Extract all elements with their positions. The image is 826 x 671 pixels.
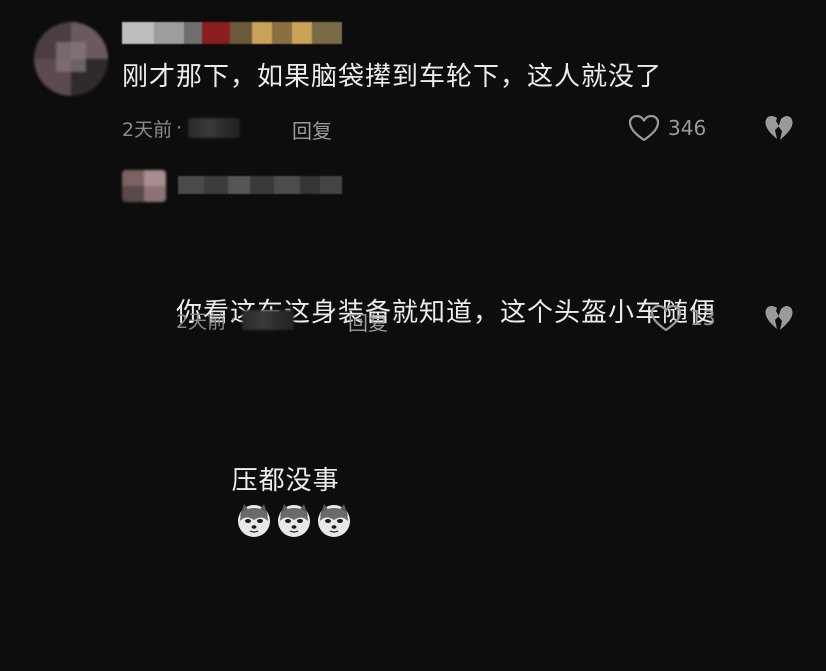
timestamp: 2天前: [176, 310, 227, 333]
dislike-button[interactable]: [764, 114, 794, 146]
broken-heart-icon: [765, 116, 793, 140]
husky-dog-emoji: [317, 504, 350, 537]
reply-button[interactable]: 回复: [292, 115, 332, 144]
comment-meta: 2天前 ·: [122, 114, 241, 142]
heart-outline-icon: [650, 304, 682, 332]
like-button[interactable]: 346: [628, 114, 706, 142]
location-redacted: [242, 310, 295, 330]
husky-dog-emoji: [237, 504, 270, 537]
username-redacted[interactable]: [122, 22, 342, 44]
avatar[interactable]: [122, 170, 166, 202]
like-count: 13: [690, 306, 716, 330]
avatar[interactable]: [34, 22, 108, 96]
comment-text-line2-text: 压都没事: [231, 466, 340, 496]
username-redacted[interactable]: [178, 176, 342, 194]
reply-button[interactable]: 回复: [348, 307, 388, 336]
like-button[interactable]: 13: [650, 304, 715, 332]
comment-text: 你看这车这身装备就知道，这个头盔小车随便 压都没事: [176, 208, 716, 671]
like-count: 346: [668, 116, 707, 140]
separator-dot: ·: [176, 117, 183, 139]
heart-outline-icon: [628, 114, 660, 142]
comment-text: 刚才那下，如果脑袋撵到车轮下，这人就没了: [122, 62, 663, 92]
comment-text-line2: 压都没事: [176, 418, 716, 587]
dislike-button[interactable]: [764, 304, 794, 336]
timestamp: 2天前: [122, 118, 173, 141]
husky-dog-emoji: [277, 504, 310, 537]
location-redacted: [188, 118, 241, 138]
comment-meta: 2天前 ·: [176, 306, 295, 334]
broken-heart-icon: [765, 306, 793, 330]
separator-dot: ·: [230, 309, 237, 331]
